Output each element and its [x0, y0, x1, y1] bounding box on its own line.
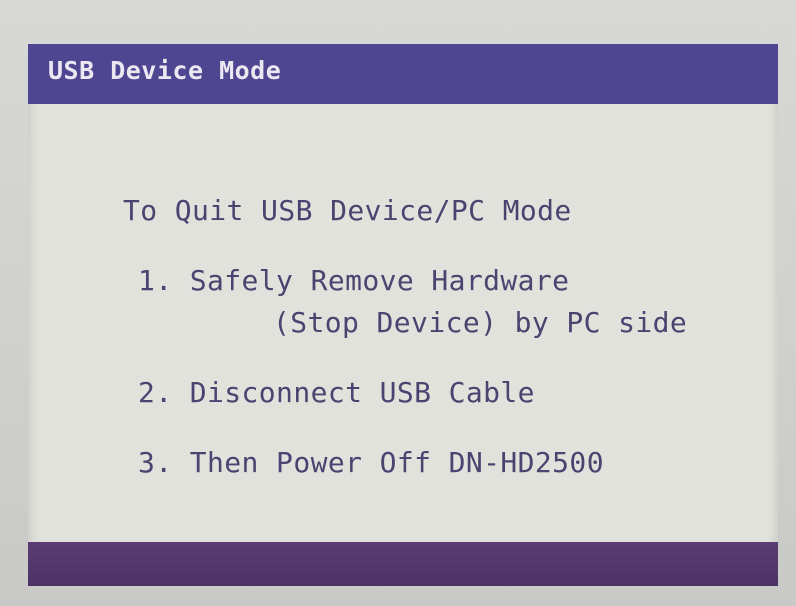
step-2-text: 2. Disconnect USB Cable — [138, 376, 535, 409]
step-1-text: 1. Safely Remove Hardware — [138, 264, 570, 297]
title-bar: USB Device Mode — [28, 44, 778, 104]
step-1-continuation: (Stop Device) by PC side — [273, 306, 688, 339]
instructions-heading: To Quit USB Device/PC Mode — [123, 194, 572, 227]
screen-title: USB Device Mode — [48, 56, 282, 85]
status-bar — [28, 542, 778, 586]
lcd-screen: USB Device Mode To Quit USB Device/PC Mo… — [28, 44, 778, 586]
device-bezel: USB Device Mode To Quit USB Device/PC Mo… — [0, 0, 796, 606]
message-panel: To Quit USB Device/PC Mode 1. Safely Rem… — [28, 104, 778, 544]
step-3-text: 3. Then Power Off DN-HD2500 — [138, 446, 604, 479]
